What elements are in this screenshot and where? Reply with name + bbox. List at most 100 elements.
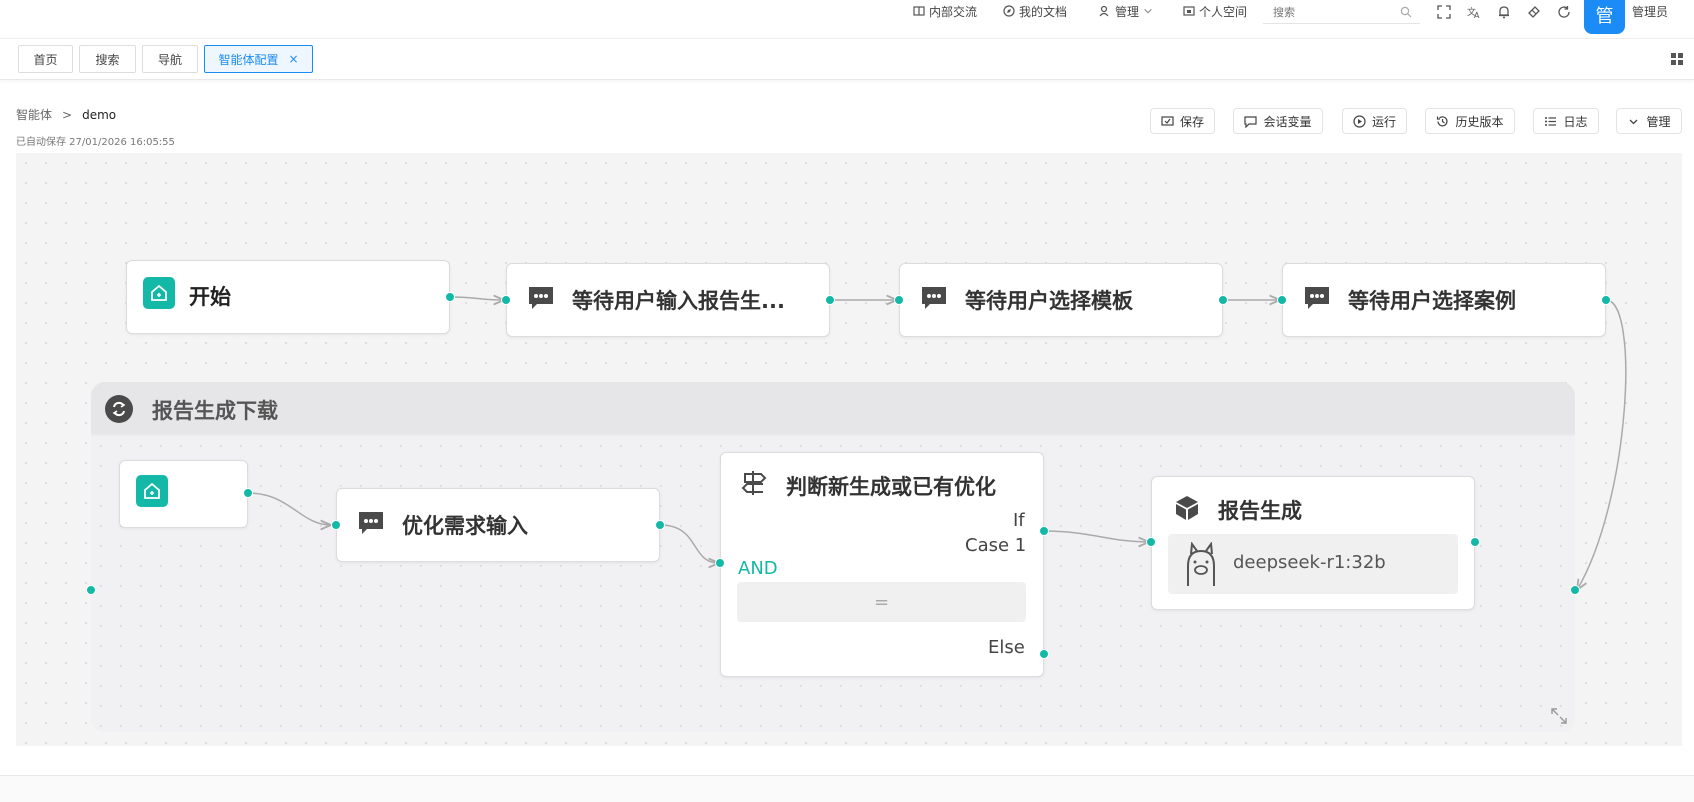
my-docs-label: 我的文档 [1019, 4, 1068, 19]
loop-start-node[interactable] [119, 460, 248, 528]
breadcrumb-separator: > [62, 107, 73, 122]
tab-home-label: 首页 [33, 52, 58, 67]
manage-label: 管理 [1115, 4, 1140, 19]
internal-exchange-link[interactable]: 内部交流 [913, 2, 977, 20]
report-output-port[interactable] [1470, 537, 1480, 547]
operator-label: = [873, 591, 890, 613]
else-output-port[interactable] [1039, 649, 1049, 659]
breadcrumb: 智能体 > demo [16, 106, 116, 123]
my-docs-link[interactable]: 我的文档 [1003, 2, 1067, 20]
save-button[interactable]: 保存 [1150, 108, 1215, 134]
manage-button[interactable]: 管理 [1616, 108, 1682, 134]
history-button[interactable]: 历史版本 [1425, 108, 1515, 134]
breadcrumb-parent[interactable]: 智能体 [16, 106, 52, 123]
search-icon[interactable] [1400, 6, 1412, 18]
start-node[interactable]: 开始 [126, 260, 450, 334]
tab-nav[interactable]: 导航 [142, 45, 198, 73]
home-icon [143, 277, 175, 309]
session-vars-label: 会话变量 [1263, 114, 1312, 129]
chat-icon [529, 287, 553, 309]
autosave-status: 已自动保存 27/01/2026 16:05:55 [16, 137, 175, 148]
wait-report-node[interactable]: 等待用户输入报告生... [506, 263, 830, 337]
compass-icon [1003, 5, 1015, 17]
bell-icon[interactable] [1497, 5, 1511, 19]
wait-case-node[interactable]: 等待用户选择案例 [1282, 263, 1606, 337]
manage-action-label: 管理 [1646, 114, 1671, 129]
wait-template-node[interactable]: 等待用户选择模板 [899, 263, 1223, 337]
history-label: 历史版本 [1455, 114, 1504, 129]
model-name: deepseek-r1:32b [1233, 552, 1386, 573]
start-output-port[interactable] [445, 292, 455, 302]
grid-menu-icon[interactable] [1670, 52, 1684, 66]
loop-title: 报告生成下载 [152, 399, 278, 423]
top-bar: 内部交流 我的文档 管理 个人空间 文A 管 管理员 [0, 0, 1694, 38]
wait-template-output-port[interactable] [1218, 295, 1228, 305]
loop-header [91, 382, 1575, 434]
avatar[interactable]: 管 [1584, 0, 1625, 34]
wait-case-output-port[interactable] [1601, 295, 1611, 305]
translate-icon[interactable]: 文A [1467, 5, 1481, 19]
tab-home[interactable]: 首页 [18, 45, 73, 73]
optimize-title: 优化需求输入 [402, 514, 528, 538]
personal-space-link[interactable]: 个人空间 [1183, 2, 1247, 20]
wait-report-title: 等待用户输入报告生... [572, 289, 785, 313]
loop-output-port[interactable] [1570, 585, 1580, 595]
if-output-port[interactable] [1039, 526, 1049, 536]
save-label: 保存 [1179, 114, 1204, 129]
wait-report-input-port[interactable] [501, 295, 511, 305]
home-box-icon [1183, 6, 1195, 16]
condition-row[interactable]: = [737, 582, 1026, 622]
wait-template-input-port[interactable] [894, 295, 904, 305]
if-label: If [1013, 510, 1025, 531]
refresh-icon[interactable] [1557, 5, 1571, 19]
case-label: Case 1 [965, 535, 1027, 556]
tab-search[interactable]: 搜索 [79, 45, 136, 73]
tab-agent-config-label: 智能体配置 [218, 52, 279, 67]
internal-exchange-label: 内部交流 [929, 4, 978, 19]
chat-icon [922, 287, 946, 309]
breadcrumb-current: demo [82, 107, 117, 122]
close-icon[interactable]: × [288, 52, 298, 66]
chat-bubble-icon [1244, 115, 1258, 128]
search-box [1263, 2, 1420, 24]
report-title: 报告生成 [1218, 499, 1302, 523]
tab-agent-config[interactable]: 智能体配置 × [204, 45, 313, 73]
loop-start-output-port[interactable] [243, 488, 253, 498]
user-gear-icon [1099, 5, 1109, 17]
fullscreen-icon[interactable] [1437, 5, 1451, 19]
play-circle-icon [1353, 114, 1366, 128]
optimize-output-port[interactable] [655, 520, 665, 530]
session-vars-button[interactable]: 会话变量 [1233, 108, 1323, 134]
llama-icon [1187, 542, 1215, 586]
and-label: AND [738, 558, 778, 579]
loop-input-port[interactable] [86, 585, 96, 595]
wait-case-input-port[interactable] [1277, 295, 1287, 305]
wait-case-title: 等待用户选择案例 [1348, 289, 1516, 313]
log-button[interactable]: 日志 [1533, 108, 1599, 134]
user-name[interactable]: 管理员 [1632, 3, 1668, 20]
optimize-node[interactable]: 优化需求输入 [336, 488, 660, 562]
chevron-down-icon [1144, 8, 1152, 14]
manage-menu[interactable]: 管理 [1099, 2, 1153, 20]
home-icon [136, 475, 168, 507]
cube-icon [1176, 496, 1198, 520]
condition-title: 判断新生成或已有优化 [786, 475, 996, 499]
tab-nav-label: 导航 [157, 52, 182, 67]
wait-template-title: 等待用户选择模板 [965, 289, 1133, 313]
avatar-char: 管 [1595, 6, 1614, 27]
start-node-title: 开始 [189, 285, 231, 309]
optimize-input-port[interactable] [331, 520, 341, 530]
wait-report-output-port[interactable] [825, 295, 835, 305]
svg-text:A: A [1474, 11, 1480, 19]
search-input[interactable] [1273, 6, 1393, 19]
model-box[interactable]: deepseek-r1:32b [1168, 534, 1458, 594]
resize-icon[interactable] [1550, 707, 1568, 725]
theme-icon[interactable] [1527, 5, 1541, 19]
run-label: 运行 [1371, 114, 1396, 129]
list-icon [1545, 116, 1557, 126]
chat-icon [359, 512, 383, 534]
chevron-down-icon [1630, 119, 1638, 124]
condition-input-port[interactable] [715, 558, 725, 568]
report-input-port[interactable] [1146, 537, 1156, 547]
run-button[interactable]: 运行 [1342, 108, 1407, 134]
